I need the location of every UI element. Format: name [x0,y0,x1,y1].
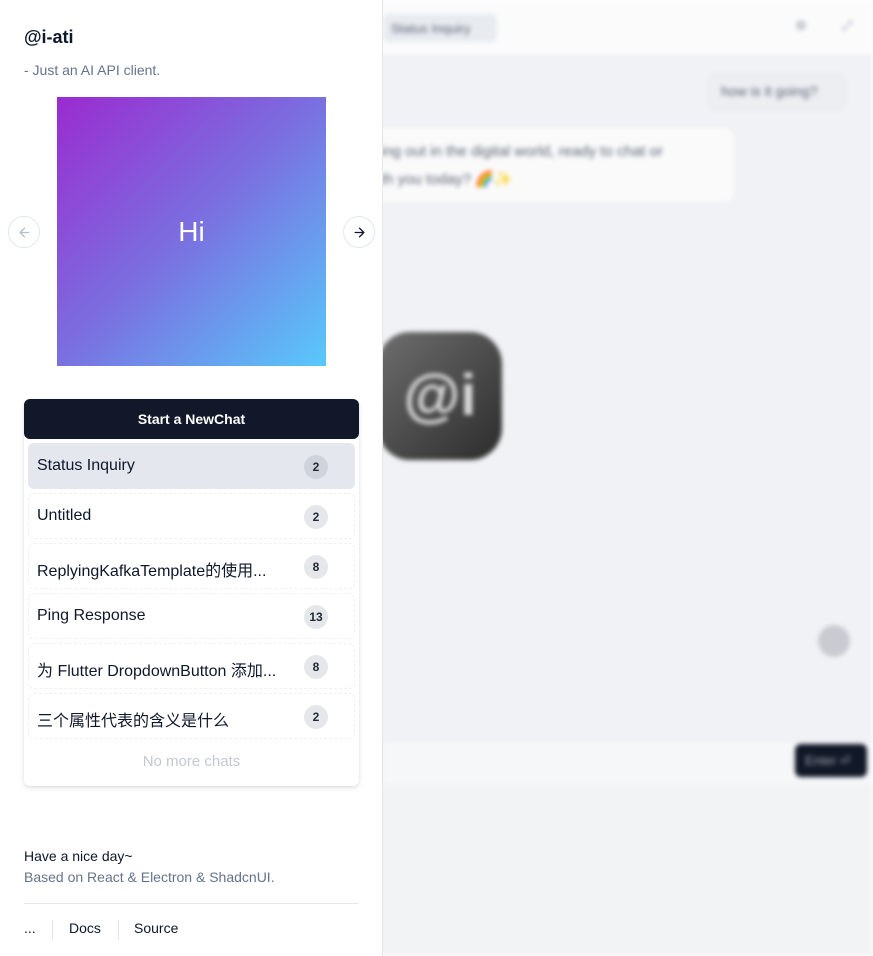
message-count-badge: 8 [304,555,328,579]
source-link[interactable]: Source [134,920,178,936]
chat-item[interactable]: Untitled 2 [28,493,355,539]
chat-item[interactable]: Ping Response 13 [28,593,355,639]
chat-item-title: 三个属性代表的含义是什么 [37,713,230,730]
link-separator [118,920,119,940]
bg-user-message: how is it going? [706,72,848,112]
bg-expand-icon: ⤢ [841,18,853,33]
message-count-badge: 2 [304,705,328,729]
chat-item-title: ReplyingKafkaTemplate的使用... [37,563,267,580]
arrow-right-icon [354,227,364,237]
chat-list-panel: Start a NewChat Status Inquiry 2 Untitle… [24,399,359,786]
message-count-badge: 8 [304,655,328,679]
bg-enter-button: Enter ⏎ [795,744,867,777]
bg-scroll-button [818,625,850,657]
chat-item[interactable]: Status Inquiry 2 [28,443,355,489]
chat-item[interactable]: ReplyingKafkaTemplate的使用... 8 [28,543,355,589]
message-count-badge: 2 [304,455,328,479]
new-chat-button[interactable]: Start a NewChat [24,399,359,439]
link-separator [52,920,53,940]
chat-list: Status Inquiry 2 Untitled 2 ReplyingKafk… [28,443,355,743]
bg-lower-area [383,785,873,956]
carousel-prev-button[interactable] [8,216,40,248]
app-title: @i-ati [24,27,74,47]
carousel-slide: Hi [57,97,326,366]
chat-item-title: Untitled [37,507,92,524]
sidebar-drawer: @i-ati - Just an AI API client. Hi Start… [0,0,383,956]
message-count-badge: 13 [304,605,328,629]
app-subtitle: - Just an AI API client. [24,62,161,78]
carousel-next-button[interactable] [343,216,375,248]
no-more-chats-label: No more chats [142,753,241,770]
chat-item-title: 为 Flutter DropdownButton 添加... [37,663,277,680]
chat-item-title: Ping Response [37,607,146,624]
message-count-badge: 2 [304,505,328,529]
bg-assistant-message: ing out in the digital world, ready to c… [330,126,736,204]
bg-settings-icon: ⚙ [795,18,807,33]
chat-item[interactable]: 为 Flutter DropdownButton 添加... 8 [28,643,355,689]
bg-assistant-line: ing out in the digital world, ready to c… [381,143,663,160]
footer-subtitle: Based on React & Electron & ShadcnUI. [24,869,275,885]
bg-chat-tab: Status Inquiry [383,14,497,42]
bg-assistant-line: th you today? 🌈✨ [381,171,513,188]
more-link[interactable]: ... [24,920,36,936]
docs-link[interactable]: Docs [69,920,101,936]
chat-item-title: Status Inquiry [37,457,135,474]
bg-app-logo: @i [378,332,502,460]
chat-item[interactable]: 三个属性代表的含义是什么 2 [28,693,355,739]
arrow-left-icon [19,227,29,237]
footer-title: Have a nice day~ [24,848,133,864]
footer-divider [24,903,359,904]
